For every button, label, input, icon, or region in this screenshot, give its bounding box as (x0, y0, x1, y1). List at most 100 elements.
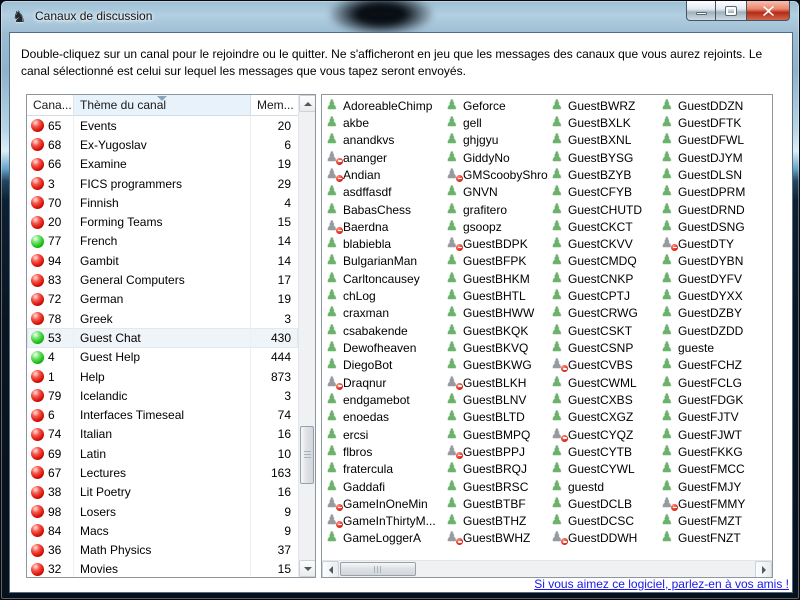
scroll-thumb[interactable] (300, 426, 314, 484)
user-item[interactable]: ♟Geforce (446, 97, 549, 114)
channel-row[interactable]: 98Losers9 (27, 502, 298, 521)
user-item[interactable]: ♟GuestCYQZ (551, 426, 659, 443)
user-item[interactable]: ♟guestd (551, 478, 659, 495)
user-item[interactable]: ♟GuestFCHZ (661, 357, 773, 374)
user-item[interactable]: ♟Gaddafi (326, 478, 444, 495)
user-item[interactable]: ♟GameLoggerA (326, 530, 444, 547)
channel-row[interactable]: 70Finnish4 (27, 193, 298, 212)
users-horizontal-scrollbar[interactable] (322, 560, 772, 577)
user-item[interactable]: ♟GuestBLKH (446, 374, 549, 391)
user-item[interactable]: ♟GuestDFTK (661, 114, 773, 131)
column-header-theme[interactable]: Thème du canal (74, 95, 251, 115)
channel-row[interactable]: 3FICS programmers29 (27, 174, 298, 193)
user-item[interactable]: ♟Carltoncausey (326, 270, 444, 287)
user-item[interactable]: ♟Baerdna (326, 218, 444, 235)
scroll-down-button[interactable] (299, 560, 316, 577)
user-item[interactable]: ♟ercsi (326, 426, 444, 443)
user-item[interactable]: ♟GuestBRSC (446, 478, 549, 495)
user-item[interactable]: ♟GuestCKCT (551, 218, 659, 235)
user-item[interactable]: ♟enoedas (326, 409, 444, 426)
user-item[interactable]: ♟craxman (326, 305, 444, 322)
user-item[interactable]: ♟GuestCRWG (551, 305, 659, 322)
user-item[interactable]: ♟GuestDTY (661, 236, 773, 253)
user-item[interactable]: ♟GuestBXNL (551, 132, 659, 149)
user-item[interactable]: ♟GuestFCLG (661, 374, 773, 391)
share-link[interactable]: Si vous aimez ce logiciel, parlez-en à v… (534, 577, 789, 591)
channel-row[interactable]: 79Icelandic3 (27, 386, 298, 405)
user-item[interactable]: ♟GuestDLSN (661, 166, 773, 183)
user-item[interactable]: ♟GuestFMMY (661, 495, 773, 512)
channel-row[interactable]: 83General Computers17 (27, 270, 298, 289)
chess-knight-icon[interactable]: ♞ (12, 8, 30, 26)
user-item[interactable]: ♟GuestBPPJ (446, 443, 549, 460)
user-item[interactable]: ♟ghjgyu (446, 132, 549, 149)
user-item[interactable]: ♟GuestBYSG (551, 149, 659, 166)
channel-row[interactable]: 67Lectures163 (27, 463, 298, 482)
channel-row[interactable]: 6Interfaces Timeseal74 (27, 405, 298, 424)
scroll-up-button[interactable] (299, 95, 316, 112)
title-bar[interactable]: ♞ Canaux de discussion (1, 1, 799, 33)
user-item[interactable]: ♟GuestBFPK (446, 253, 549, 270)
user-item[interactable]: ♟GuestFJWT (661, 426, 773, 443)
user-item[interactable]: ♟GuestBKVQ (446, 339, 549, 356)
user-item[interactable]: ♟GuestBTHZ (446, 513, 549, 530)
user-item[interactable]: ♟anandkvs (326, 132, 444, 149)
user-item[interactable]: ♟Dewofheaven (326, 339, 444, 356)
user-item[interactable]: ♟GuestCXBS (551, 391, 659, 408)
user-item[interactable]: ♟GuestBTBF (446, 495, 549, 512)
user-item[interactable]: ♟GuestCFYB (551, 184, 659, 201)
user-item[interactable]: ♟chLog (326, 287, 444, 304)
column-header-members[interactable]: Mem... (251, 95, 298, 115)
user-item[interactable]: ♟GuestBRQJ (446, 461, 549, 478)
user-item[interactable]: ♟GuestBWHZ (446, 530, 549, 547)
user-item[interactable]: ♟GuestBHWW (446, 305, 549, 322)
user-item[interactable]: ♟GMScoobyShro... (446, 166, 549, 183)
user-item[interactable]: ♟GuestBHTL (446, 287, 549, 304)
user-item[interactable]: ♟GuestBMPQ (446, 426, 549, 443)
user-item[interactable]: ♟GuestDDWH (551, 530, 659, 547)
user-item[interactable]: ♟endgamebot (326, 391, 444, 408)
user-item[interactable]: ♟csabakende (326, 322, 444, 339)
user-item[interactable]: ♟flbros (326, 443, 444, 460)
minimize-button[interactable] (686, 1, 716, 21)
channel-row[interactable]: 36Math Physics37 (27, 541, 298, 560)
user-item[interactable]: ♟GuestCSKT (551, 322, 659, 339)
user-item[interactable]: ♟GuestCSNP (551, 339, 659, 356)
user-item[interactable]: ♟GuestDSNG (661, 218, 773, 235)
user-item[interactable]: ♟GuestBLTD (446, 409, 549, 426)
channel-row[interactable]: 53Guest Chat430 (27, 328, 298, 347)
channel-row[interactable]: 84Macs9 (27, 521, 298, 540)
user-item[interactable]: ♟Draqnur (326, 374, 444, 391)
user-item[interactable]: ♟GuestBDPK (446, 236, 549, 253)
user-item[interactable]: ♟GuestDCLB (551, 495, 659, 512)
user-item[interactable]: ♟GuestBLNV (446, 391, 549, 408)
channel-row[interactable]: 38Lit Poetry16 (27, 483, 298, 502)
user-item[interactable]: ♟fratercula (326, 461, 444, 478)
user-item[interactable]: ♟gsoopz (446, 218, 549, 235)
scroll-right-button[interactable] (755, 561, 772, 578)
channels-vertical-scrollbar[interactable] (298, 95, 315, 577)
user-item[interactable]: ♟GNVN (446, 184, 549, 201)
channel-row[interactable]: 66Examine19 (27, 155, 298, 174)
user-item[interactable]: ♟gell (446, 114, 549, 131)
user-item[interactable]: ♟GiddyNo (446, 149, 549, 166)
user-item[interactable]: ♟GuestDCSC (551, 513, 659, 530)
user-item[interactable]: ♟GuestDFWL (661, 132, 773, 149)
user-item[interactable]: ♟GuestFNZT (661, 530, 773, 547)
user-item[interactable]: ♟GuestFMJY (661, 478, 773, 495)
channel-row[interactable]: 69Latin10 (27, 444, 298, 463)
scroll-left-button[interactable] (322, 561, 339, 578)
user-item[interactable]: ♟blabiebla (326, 236, 444, 253)
user-item[interactable]: ♟GuestCXGZ (551, 409, 659, 426)
channel-row[interactable]: 77French14 (27, 232, 298, 251)
user-item[interactable]: ♟DiegoBot (326, 357, 444, 374)
channel-row[interactable]: 78Greek3 (27, 309, 298, 328)
user-item[interactable]: ♟grafitero (446, 201, 549, 218)
user-item[interactable]: ♟GuestDYFV (661, 270, 773, 287)
user-item[interactable]: ♟BulgarianMan (326, 253, 444, 270)
channel-row[interactable]: 4Guest Help444 (27, 348, 298, 367)
user-item[interactable]: ♟GuestBZYB (551, 166, 659, 183)
user-item[interactable]: ♟AdoreableChimp (326, 97, 444, 114)
user-item[interactable]: ♟gueste (661, 339, 773, 356)
user-item[interactable]: ♟GameInOneMin (326, 495, 444, 512)
